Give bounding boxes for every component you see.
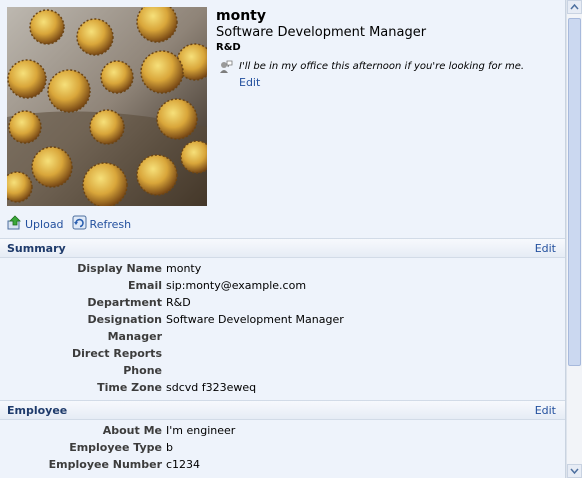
field-about-me: About Me I'm engineer <box>0 424 400 441</box>
profile-title: Software Development Manager <box>216 25 427 40</box>
field-label: Department <box>87 296 162 309</box>
field-department: Department R&D <box>0 296 400 313</box>
field-label: Employee Number <box>48 458 162 471</box>
field-value: sdcvd f323eweq <box>166 381 257 394</box>
field-phone: Phone <box>0 364 400 381</box>
employee-edit-link[interactable]: Edit <box>535 404 556 417</box>
profile-panel: monty Software Development Manager R&D I… <box>0 0 566 478</box>
profile-department: R&D <box>216 42 241 53</box>
scroll-up-button[interactable] <box>567 0 582 14</box>
field-label: Time Zone <box>97 381 162 394</box>
field-value: sip:monty@example.com <box>166 279 307 292</box>
field-manager: Manager <box>0 330 400 347</box>
vertical-scrollbar[interactable] <box>566 0 582 478</box>
field-employee-type: Employee Type b <box>0 441 400 458</box>
refresh-label: Refresh <box>89 217 132 231</box>
person-speech-icon <box>219 60 233 74</box>
field-value: c1234 <box>166 458 201 471</box>
status-edit-link[interactable]: Edit <box>239 76 260 89</box>
field-label: Manager <box>107 330 162 343</box>
field-label: Email <box>128 279 162 292</box>
upload-label: Upload <box>25 217 64 231</box>
scrollbar-thumb[interactable] <box>568 18 581 366</box>
field-value: R&D <box>166 296 191 309</box>
chevron-up-icon <box>570 3 579 10</box>
field-email: Email sip:monty@example.com <box>0 279 400 296</box>
upload-icon <box>7 215 25 233</box>
profile-name: monty <box>216 8 266 24</box>
field-label: Direct Reports <box>72 347 162 360</box>
field-value: b <box>166 441 173 454</box>
employee-section-header: Employee Edit <box>0 400 565 420</box>
field-time-zone: Time Zone sdcvd f323eweq <box>0 381 400 398</box>
field-employee-number: Employee Number c1234 <box>0 458 400 475</box>
summary-edit-link[interactable]: Edit <box>535 242 556 255</box>
scroll-down-button[interactable] <box>567 464 582 478</box>
field-label: About Me <box>102 424 162 437</box>
summary-title: Summary <box>7 242 66 255</box>
photo-toolbar: Upload Refresh <box>7 215 139 233</box>
employee-title: Employee <box>7 404 68 417</box>
field-value: monty <box>166 262 202 275</box>
field-direct-reports: Direct Reports <box>0 347 400 364</box>
refresh-icon <box>72 215 90 233</box>
chevron-down-icon <box>570 468 579 475</box>
summary-section-header: Summary Edit <box>0 238 565 258</box>
field-display-name: Display Name monty <box>0 262 400 279</box>
refresh-button[interactable]: Refresh <box>72 215 132 233</box>
profile-photo <box>7 7 207 206</box>
field-label: Phone <box>123 364 162 377</box>
field-label: Employee Type <box>69 441 162 454</box>
bottom-strip <box>0 479 586 491</box>
field-label: Display Name <box>77 262 162 275</box>
field-label: Designation <box>87 313 162 326</box>
pollen-image <box>7 7 207 206</box>
status-message: I'll be in my office this afternoon if y… <box>239 61 525 72</box>
field-value: I'm engineer <box>166 424 236 437</box>
field-designation: Designation Software Development Manager <box>0 313 400 330</box>
upload-button[interactable]: Upload <box>7 215 64 233</box>
field-value: Software Development Manager <box>166 313 344 326</box>
